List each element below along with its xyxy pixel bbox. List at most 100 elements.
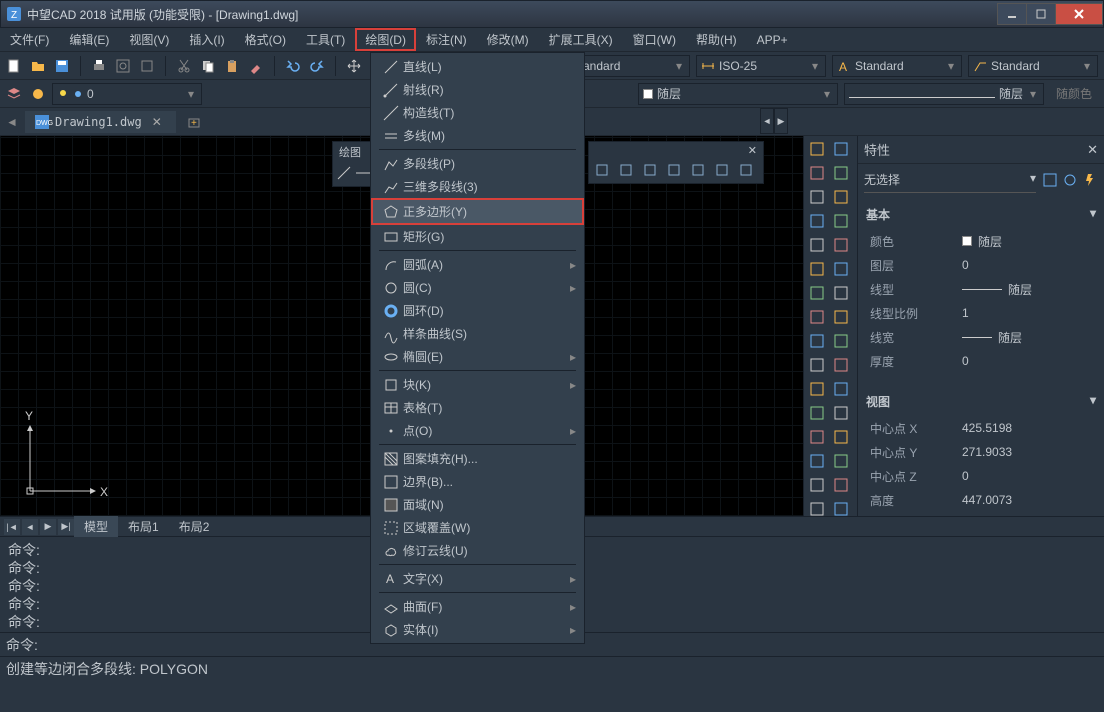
tool-icon-0[interactable]: [806, 138, 828, 160]
menu-item-rect[interactable]: 矩形(G): [371, 225, 584, 248]
mleaderstyle-combo[interactable]: Standard▾: [968, 55, 1098, 77]
new-file-icon[interactable]: [4, 56, 24, 76]
menu-modify[interactable]: 修改(M): [477, 28, 539, 51]
tool-icon-26[interactable]: [806, 450, 828, 472]
menu-item-surface[interactable]: 曲面(F)▸: [371, 595, 584, 618]
menu-item-arc[interactable]: 圆弧(A)▸: [371, 253, 584, 276]
doc-nav-next[interactable]: ▶: [774, 108, 788, 134]
tool-icon-23[interactable]: [830, 402, 852, 424]
minimize-button[interactable]: [997, 3, 1027, 25]
selection-combo[interactable]: 无选择▾: [864, 167, 1036, 193]
tool-icon-11[interactable]: [830, 258, 852, 280]
tool-icon-9[interactable]: [830, 234, 852, 256]
paste-icon[interactable]: [222, 56, 242, 76]
tool-icon-31[interactable]: [830, 498, 852, 520]
publish-icon[interactable]: [137, 56, 157, 76]
menu-tool[interactable]: 工具(T): [296, 28, 355, 51]
menu-item-point[interactable]: 点(O)▸: [371, 419, 584, 442]
layout-tab-1[interactable]: 布局1: [118, 516, 169, 537]
menu-item-hatch[interactable]: 图案填充(H)...: [371, 447, 584, 470]
menu-item-text[interactable]: A文字(X)▸: [371, 567, 584, 590]
tool-icon-6[interactable]: [806, 210, 828, 232]
match-icon[interactable]: [246, 56, 266, 76]
tool-icon-8[interactable]: [806, 234, 828, 256]
menu-item-donut[interactable]: 圆环(D): [371, 299, 584, 322]
ft2-icon-1[interactable]: [615, 159, 637, 181]
layout-tab-model[interactable]: 模型: [74, 516, 118, 537]
print-icon[interactable]: [89, 56, 109, 76]
ft2-icon-5[interactable]: [711, 159, 733, 181]
menu-dim[interactable]: 标注(N): [416, 28, 477, 51]
tool-icon-14[interactable]: [806, 306, 828, 328]
ft2-icon-0[interactable]: [591, 159, 613, 181]
prop-group-header[interactable]: 视图▾: [862, 387, 1100, 416]
ft2-icon-6[interactable]: [735, 159, 757, 181]
menu-draw[interactable]: 绘图(D): [355, 28, 416, 51]
layer-state-icon[interactable]: [28, 84, 48, 104]
panel-close-icon[interactable]: ✕: [1087, 142, 1098, 158]
menu-view[interactable]: 视图(V): [119, 28, 179, 51]
tool-icon-21[interactable]: [830, 378, 852, 400]
tool-icon-1[interactable]: [830, 138, 852, 160]
prop-row[interactable]: 线型随层: [862, 277, 1100, 301]
tool-icon-15[interactable]: [830, 306, 852, 328]
doc-nav-prev[interactable]: ◄: [760, 108, 774, 134]
prop-row[interactable]: 图层0: [862, 253, 1100, 277]
tool-icon-17[interactable]: [830, 330, 852, 352]
menu-item-mline[interactable]: 多线(M): [371, 124, 584, 147]
tool-icon-29[interactable]: [830, 474, 852, 496]
tool-icon-16[interactable]: [806, 330, 828, 352]
tool-icon-3[interactable]: [830, 162, 852, 184]
prop-row[interactable]: 颜色随层: [862, 229, 1100, 253]
ft2-icon-3[interactable]: [663, 159, 685, 181]
menu-item-spline[interactable]: 样条曲线(S): [371, 322, 584, 345]
menu-item-polygon[interactable]: 正多边形(Y): [371, 198, 584, 225]
layout-first-icon[interactable]: |◄: [4, 519, 20, 535]
tool-icon-30[interactable]: [806, 498, 828, 520]
cut-icon[interactable]: [174, 56, 194, 76]
menu-item-xline[interactable]: 构造线(T): [371, 101, 584, 124]
maximize-button[interactable]: [1026, 3, 1056, 25]
tool-icon-20[interactable]: [806, 378, 828, 400]
tab-close-icon[interactable]: ✕: [148, 115, 166, 129]
prop-row[interactable]: 中心点 Z0: [862, 464, 1100, 488]
menu-item-ellipse[interactable]: 椭圆(E)▸: [371, 345, 584, 368]
tool-icon-4[interactable]: [806, 186, 828, 208]
redo-icon[interactable]: [307, 56, 327, 76]
tool-icon-7[interactable]: [830, 210, 852, 232]
menu-window[interactable]: 窗口(W): [623, 28, 686, 51]
float-close-icon[interactable]: ✕: [748, 144, 757, 157]
copy-icon[interactable]: [198, 56, 218, 76]
layout-tab-2[interactable]: 布局2: [169, 516, 220, 537]
pan-icon[interactable]: [344, 56, 364, 76]
tool-icon-18[interactable]: [806, 354, 828, 376]
flash-icon[interactable]: [1082, 172, 1098, 188]
document-tab[interactable]: DWG Drawing1.dwg ✕: [25, 111, 176, 133]
tool-icon-10[interactable]: [806, 258, 828, 280]
menu-item-ray[interactable]: 射线(R): [371, 78, 584, 101]
float-toolbar-draw[interactable]: 绘图: [332, 141, 374, 187]
save-icon[interactable]: [52, 56, 72, 76]
undo-icon[interactable]: [283, 56, 303, 76]
tool-icon-5[interactable]: [830, 186, 852, 208]
menu-help[interactable]: 帮助(H): [686, 28, 747, 51]
prop-row[interactable]: 线宽随层: [862, 325, 1100, 349]
menu-item-table[interactable]: 表格(T): [371, 396, 584, 419]
menu-file[interactable]: 文件(F): [0, 28, 59, 51]
layout-next-icon[interactable]: ▶: [40, 519, 56, 535]
prop-row[interactable]: 高度447.0073: [862, 488, 1100, 512]
menu-app[interactable]: APP+: [747, 30, 798, 50]
menu-item-circle[interactable]: 圆(C)▸: [371, 276, 584, 299]
pickadd-icon[interactable]: [1062, 172, 1078, 188]
menu-insert[interactable]: 插入(I): [179, 28, 234, 51]
menu-item-solid[interactable]: 实体(I)▸: [371, 618, 584, 641]
float-toolbar-2[interactable]: ✕: [588, 141, 764, 184]
menu-item-boundary[interactable]: 边界(B)...: [371, 470, 584, 493]
menu-item-block[interactable]: 块(K)▸: [371, 373, 584, 396]
menu-item-line[interactable]: 直线(L): [371, 55, 584, 78]
menu-item-wipeout[interactable]: 区域覆盖(W): [371, 516, 584, 539]
menu-format[interactable]: 格式(O): [235, 28, 296, 51]
prop-group-header[interactable]: 基本▾: [862, 200, 1100, 229]
tab-nav-left-icon[interactable]: ◄: [6, 115, 18, 129]
prop-row[interactable]: 线型比例1: [862, 301, 1100, 325]
